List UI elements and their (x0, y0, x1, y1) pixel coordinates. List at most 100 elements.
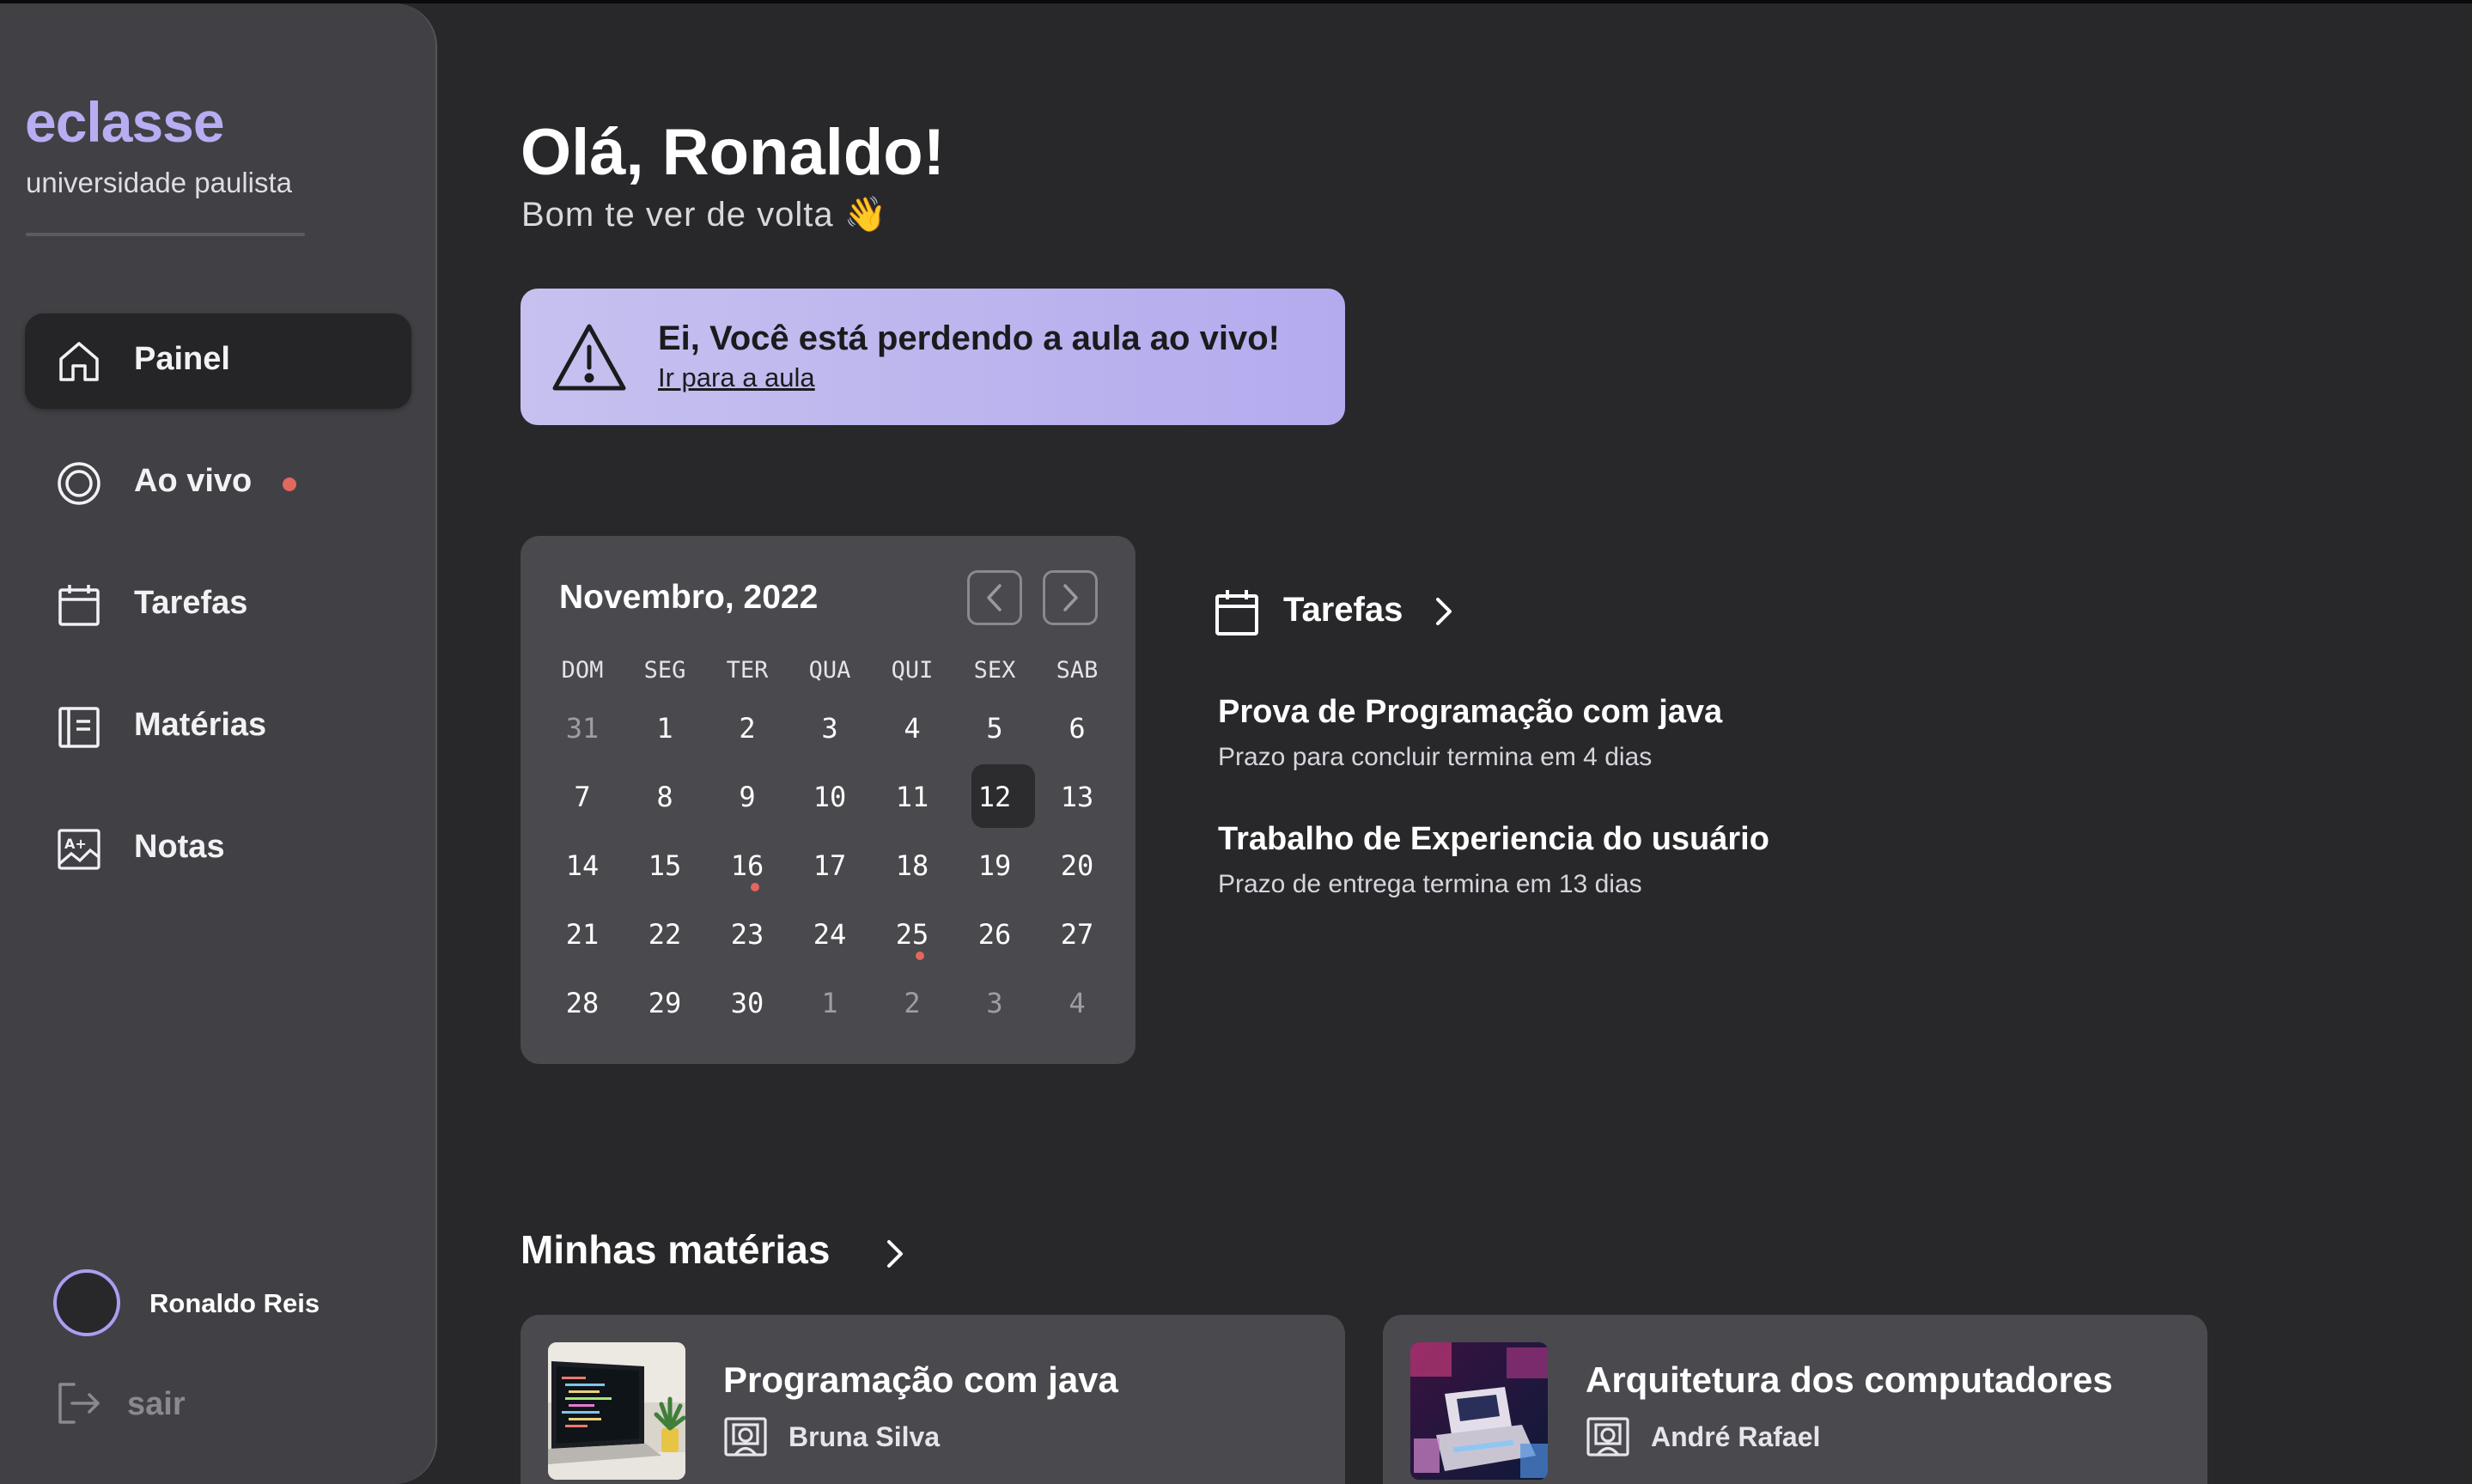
subjects-section-title[interactable]: Minhas matérias (521, 1226, 830, 1273)
calendar-day[interactable]: 29 (624, 969, 706, 1037)
sidebar-item-ao-vivo[interactable]: Ao vivo (25, 435, 411, 531)
live-indicator-dot (283, 477, 296, 491)
task-item[interactable]: Trabalho de Experiencia do usuário Prazo… (1218, 821, 1769, 899)
calendar-day[interactable]: 23 (706, 900, 788, 969)
calendar-week-row: 7 8 9 10 11 12 13 (541, 763, 1118, 831)
calendar-day[interactable]: 17 (788, 831, 871, 900)
book-icon (58, 707, 100, 748)
calendar-day[interactable]: 16 (706, 831, 788, 900)
logout-icon[interactable] (57, 1381, 101, 1426)
calendar-day[interactable]: 8 (624, 763, 706, 831)
calendar-day[interactable]: 4 (1036, 969, 1118, 1037)
live-icon (58, 462, 100, 505)
sidebar-item-materias[interactable]: Matérias (25, 679, 411, 775)
weekday-label: SEX (973, 656, 1016, 684)
calendar-day[interactable]: 2 (706, 694, 788, 763)
sidebar-item-label: Notas (134, 829, 225, 865)
calendar-day[interactable]: 26 (953, 900, 1036, 969)
calendar-widget: Novembro, 2022 DOM SEG TER QUA QUI SEX S… (521, 536, 1136, 1064)
calendar-grid: DOM SEG TER QUA QUI SEX SAB 31 1 2 3 4 5… (541, 646, 1118, 1037)
teacher-icon (724, 1417, 767, 1457)
calendar-day[interactable]: 14 (541, 831, 624, 900)
calendar-day[interactable]: 9 (706, 763, 788, 831)
weekday-label: TER (726, 656, 769, 684)
tasks-section-title[interactable]: Tarefas (1283, 591, 1403, 629)
calendar-week-row: 14 15 16 17 18 19 20 (541, 831, 1118, 900)
live-class-alert: Ei, Você está perdendo a aula ao vivo! I… (521, 289, 1345, 425)
subject-card[interactable]: Arquitetura dos computadores André Rafae… (1383, 1315, 2207, 1484)
calendar-day[interactable]: 7 (541, 763, 624, 831)
subject-name: Programação com java (723, 1359, 1118, 1400)
chevron-right-icon (1063, 584, 1078, 611)
logout-button[interactable]: sair (127, 1386, 186, 1423)
event-dot (751, 883, 759, 891)
laptop-code-photo (548, 1342, 685, 1480)
calendar-day[interactable]: 25 (871, 900, 953, 969)
subject-name: Arquitetura dos computadores (1586, 1359, 2113, 1400)
sidebar-item-notas[interactable]: A+ Notas (25, 801, 411, 897)
brand-logo: eclasse (25, 90, 225, 154)
calendar-week-row: 31 1 2 3 4 5 6 (541, 694, 1118, 763)
sidebar-item-label: Tarefas (134, 585, 248, 621)
weekday-label: QUA (808, 656, 851, 684)
weekday-label: QUI (891, 656, 934, 684)
calendar-day[interactable]: 6 (1036, 694, 1118, 763)
task-item[interactable]: Prova de Programação com java Prazo para… (1218, 694, 1722, 772)
task-deadline: Prazo para concluir termina em 4 dias (1218, 743, 1653, 771)
calendar-day[interactable]: 28 (541, 969, 624, 1037)
calendar-day[interactable]: 10 (788, 763, 871, 831)
calendar-week-row: 28 29 30 1 2 3 4 (541, 969, 1118, 1037)
event-dot (916, 952, 924, 960)
chevron-right-icon[interactable] (882, 1235, 908, 1273)
calendar-day[interactable]: 18 (871, 831, 953, 900)
task-title: Prova de Programação com java (1218, 694, 1723, 730)
calendar-day[interactable]: 15 (624, 831, 706, 900)
subject-card[interactable]: Programação com java Bruna Silva (521, 1315, 1345, 1484)
calendar-prev-button[interactable] (967, 570, 1022, 625)
svg-text:A+: A+ (64, 836, 87, 852)
task-title: Trabalho de Experiencia do usuário (1218, 821, 1769, 857)
calendar-next-button[interactable] (1043, 570, 1098, 625)
calendar-icon (1215, 590, 1258, 636)
grade-icon: A+ (58, 829, 100, 870)
calendar-day[interactable]: 13 (1036, 763, 1118, 831)
teacher-name: André Rafael (1651, 1421, 1821, 1452)
calendar-day[interactable]: 5 (953, 694, 1036, 763)
sidebar: eclasse universidade paulista Painel Ao … (0, 3, 437, 1484)
calendar-week-row: 21 22 23 24 25 26 27 (541, 900, 1118, 969)
home-icon (59, 342, 99, 381)
teacher-icon (1586, 1417, 1629, 1457)
page-title: Olá, Ronaldo! (521, 116, 945, 189)
calendar-day[interactable]: 4 (871, 694, 953, 763)
alert-title: Ei, Você está perdendo a aula ao vivo! (658, 319, 1280, 357)
calendar-day[interactable]: 24 (788, 900, 871, 969)
sidebar-divider (26, 233, 305, 236)
calendar-day[interactable]: 20 (1036, 831, 1118, 900)
calendar-day-today[interactable]: 12 (953, 763, 1036, 831)
calendar-day[interactable]: 1 (788, 969, 871, 1037)
calendar-day[interactable]: 1 (624, 694, 706, 763)
warning-icon (552, 324, 626, 391)
calendar-day[interactable]: 30 (706, 969, 788, 1037)
calendar-day[interactable]: 3 (788, 694, 871, 763)
weekday-label: SAB (1056, 656, 1099, 684)
avatar[interactable] (53, 1269, 120, 1336)
calendar-day[interactable]: 2 (871, 969, 953, 1037)
sidebar-item-painel[interactable]: Painel (25, 313, 411, 409)
calendar-weekday-row: DOM SEG TER QUA QUI SEX SAB (541, 646, 1118, 694)
join-class-link[interactable]: Ir para a aula (658, 362, 815, 393)
sidebar-item-tarefas[interactable]: Tarefas (25, 557, 411, 653)
calendar-day[interactable]: 19 (953, 831, 1036, 900)
calendar-icon (58, 585, 100, 626)
calendar-day[interactable]: 3 (953, 969, 1036, 1037)
calendar-day[interactable]: 27 (1036, 900, 1118, 969)
chevron-right-icon[interactable] (1431, 594, 1457, 629)
calendar-day[interactable]: 11 (871, 763, 953, 831)
task-deadline: Prazo de entrega termina em 13 dias (1218, 870, 1642, 898)
calendar-day[interactable]: 31 (541, 694, 624, 763)
calendar-day[interactable]: 22 (624, 900, 706, 969)
subject-thumbnail (1410, 1342, 1548, 1480)
calendar-day[interactable]: 21 (541, 900, 624, 969)
weekday-label: SEG (643, 656, 686, 684)
sidebar-item-label: Painel (134, 341, 230, 377)
